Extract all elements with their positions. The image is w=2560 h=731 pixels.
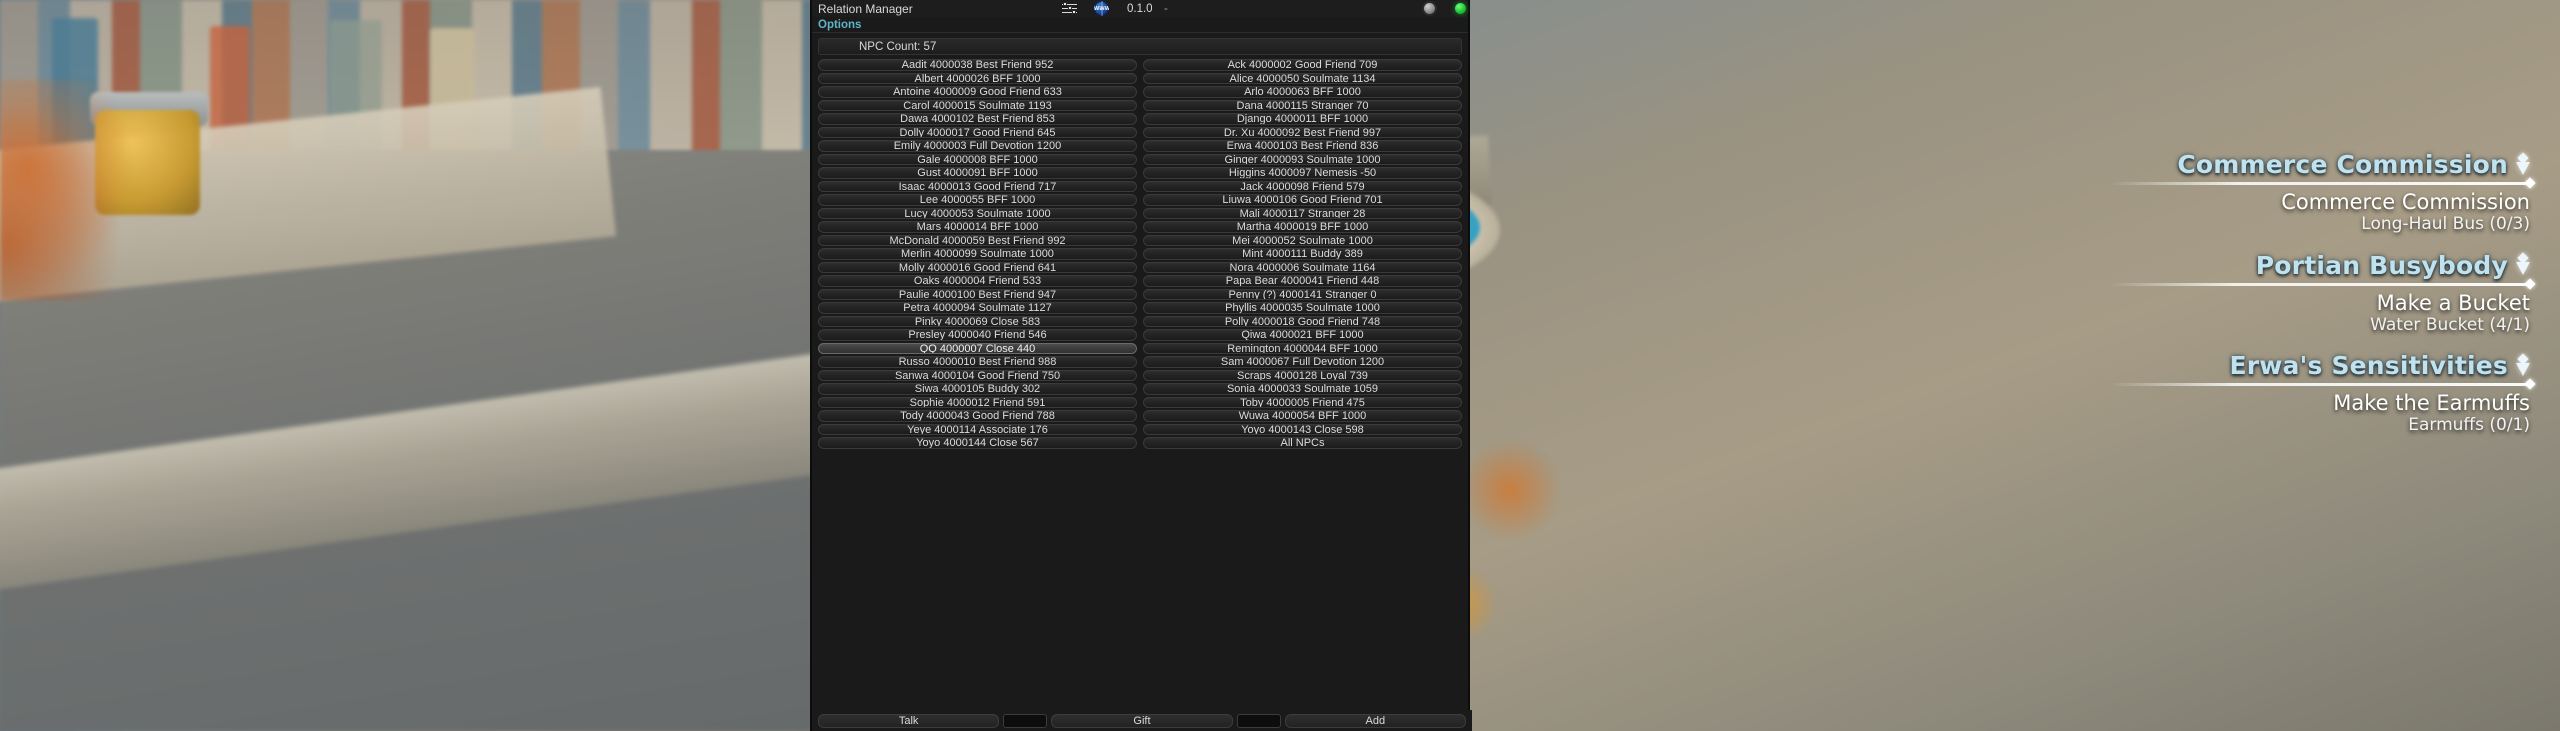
npc-list-item[interactable]: Qiwa 4000021 BFF 1000	[1143, 329, 1462, 341]
npc-list-item[interactable]: Petra 4000094 Soulmate 1127	[818, 302, 1137, 314]
npc-list-item[interactable]: Scraps 4000128 Loyal 739	[1143, 369, 1462, 381]
npc-list-item[interactable]: Presley 4000040 Friend 546	[818, 329, 1137, 341]
npc-list-item[interactable]: Dana 4000115 Stranger 70	[1143, 99, 1462, 111]
npc-list-item[interactable]: Mint 4000111 Buddy 389	[1143, 248, 1462, 260]
npc-list-item[interactable]: Mei 4000052 Soulmate 1000	[1143, 234, 1462, 246]
npc-list-item[interactable]: Pinky 4000069 Close 583	[818, 315, 1137, 327]
gift-input[interactable]	[1236, 714, 1281, 728]
npc-list-right-column: Ack 4000002 Good Friend 709 Alice 4000050…	[1143, 59, 1462, 449]
options-label[interactable]: Options	[818, 19, 861, 31]
npc-list-item[interactable]: Higgins 4000097 Nemesis -50	[1143, 167, 1462, 179]
npc-list-item[interactable]: Russo 4000010 Best Friend 988	[818, 356, 1137, 368]
npc-list-item[interactable]: McDonald 4000059 Best Friend 992	[818, 234, 1137, 246]
npc-list-item[interactable]: Gust 4000091 BFF 1000	[818, 167, 1137, 179]
npc-list-item[interactable]: Sophie 4000012 Friend 591	[818, 396, 1137, 408]
npc-list-item[interactable]: Dolly 4000017 Good Friend 645	[818, 126, 1137, 138]
npc-list-item[interactable]: Wuwa 4000054 BFF 1000	[1143, 410, 1462, 422]
npc-list-item[interactable]: Arlo 4000063 BFF 1000	[1143, 86, 1462, 98]
npc-list-item[interactable]: Molly 4000016 Good Friend 641	[818, 261, 1137, 273]
npc-list-item[interactable]: Isaac 4000013 Good Friend 717	[818, 180, 1137, 192]
npc-list-item[interactable]: Toby 4000005 Friend 475	[1143, 396, 1462, 408]
npc-list-item[interactable]: Dawa 4000102 Best Friend 853	[818, 113, 1137, 125]
npc-list-item[interactable]: Yoyo 4000144 Close 567	[818, 437, 1137, 449]
npc-list-item[interactable]: Ginger 4000093 Soulmate 1000	[1143, 153, 1462, 165]
npc-list-item[interactable]: Polly 4000018 Good Friend 748	[1143, 315, 1462, 327]
background-autumn-leaves-left	[0, 80, 140, 300]
npc-list-item[interactable]: Antoine 4000009 Good Friend 633	[818, 86, 1137, 98]
npc-list-item[interactable]: Mars 4000014 BFF 1000	[818, 221, 1137, 233]
npc-list-item[interactable]: Yoyo 4000143 Close 598	[1143, 423, 1462, 435]
npc-list-item[interactable]: Lucy 4000053 Soulmate 1000	[818, 207, 1137, 219]
npc-list-item[interactable]: Phyllis 4000035 Soulmate 1000	[1143, 302, 1462, 314]
options-bar: Options	[812, 17, 1468, 33]
npc-list-item[interactable]: Gale 4000008 BFF 1000	[818, 153, 1137, 165]
npc-list-item[interactable]: Siwa 4000105 Buddy 302	[818, 383, 1137, 395]
npc-list-left-column: Aadit 4000038 Best Friend 952 Albert 4000…	[818, 59, 1137, 449]
npc-list-item[interactable]: Ack 4000002 Good Friend 709	[1143, 59, 1462, 71]
action-bar: Talk Gift Add	[812, 710, 1472, 731]
npc-list-item[interactable]: Sonia 4000033 Soulmate 1059	[1143, 383, 1462, 395]
npc-list-item[interactable]: Emily 4000003 Full Devotion 1200	[818, 140, 1137, 152]
talk-input[interactable]	[1003, 714, 1048, 728]
npc-list-item[interactable]: Aadit 4000038 Best Friend 952	[818, 59, 1137, 71]
add-button[interactable]: Add	[1284, 714, 1466, 728]
npc-list-item[interactable]: Carol 4000015 Soulmate 1193	[818, 99, 1137, 111]
npc-list-item[interactable]: QQ 4000007 Close 440	[818, 342, 1137, 354]
npc-list-item[interactable]: Merlin 4000099 Soulmate 1000	[818, 248, 1137, 260]
npc-list-item[interactable]: Martha 4000019 BFF 1000	[1143, 221, 1462, 233]
window-titlebar: Relation Manager	[812, 0, 1468, 17]
talk-button[interactable]: Talk	[818, 714, 1000, 728]
npc-count-label: NPC Count: 57	[859, 40, 937, 53]
npc-list-item[interactable]: Papa Bear 4000041 Friend 448	[1143, 275, 1462, 287]
npc-list-item[interactable]: Penny (?) 4000141 Stranger 0	[1143, 288, 1462, 300]
npc-list-item[interactable]: Lee 4000055 BFF 1000	[818, 194, 1137, 206]
npc-list-item[interactable]: Alice 4000050 Soulmate 1134	[1143, 72, 1462, 84]
npc-list-item[interactable]: Sam 4000067 Full Devotion 1200	[1143, 356, 1462, 368]
gift-button[interactable]: Gift	[1051, 714, 1233, 728]
npc-list-item[interactable]: Erwa 4000103 Best Friend 836	[1143, 140, 1462, 152]
npc-list-item[interactable]: Django 4000011 BFF 1000	[1143, 113, 1462, 125]
npc-list-item[interactable]: Tody 4000043 Good Friend 788	[818, 410, 1137, 422]
npc-list: Aadit 4000038 Best Friend 952 Albert 4000…	[812, 59, 1468, 449]
npc-list-item[interactable]: Nora 4000006 Soulmate 1164	[1143, 261, 1462, 273]
npc-list-item[interactable]: Yeye 4000114 Associate 176	[818, 423, 1137, 435]
npc-list-item[interactable]: Mali 4000117 Stranger 28	[1143, 207, 1462, 219]
npc-list-item[interactable]: Oaks 4000004 Friend 533	[818, 275, 1137, 287]
npc-list-item[interactable]: All NPCs	[1143, 437, 1462, 449]
npc-list-item[interactable]: Paulie 4000100 Best Friend 947	[818, 288, 1137, 300]
npc-list-item[interactable]: Jack 4000098 Friend 579	[1143, 180, 1462, 192]
npc-list-item[interactable]: Sanwa 4000104 Good Friend 750	[818, 369, 1137, 381]
relation-manager-window: Relation Manager WWW 0.1.0 - Options NPC…	[810, 0, 1472, 731]
npc-list-item[interactable]: Albert 4000026 BFF 1000	[818, 72, 1137, 84]
npc-count-bar: NPC Count: 57	[818, 38, 1462, 55]
npc-list-item[interactable]: Liuwa 4000106 Good Friend 701	[1143, 194, 1462, 206]
npc-list-item[interactable]: Dr. Xu 4000092 Best Friend 997	[1143, 126, 1462, 138]
npc-list-item[interactable]: Remington 4000044 BFF 1000	[1143, 342, 1462, 354]
window-title: Relation Manager	[818, 1, 913, 16]
